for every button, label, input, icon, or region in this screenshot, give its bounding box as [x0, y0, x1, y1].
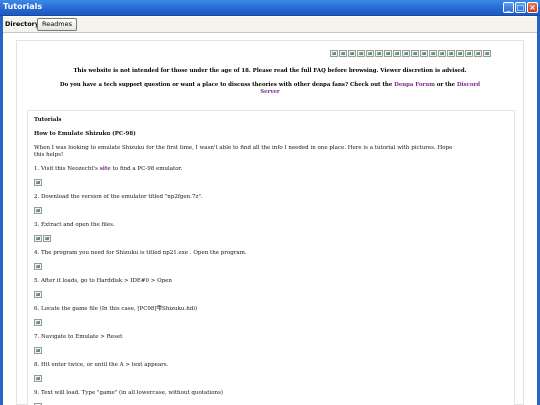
banner-image-icon[interactable]: [357, 50, 365, 57]
server-line: Server: [17, 89, 523, 95]
broken-image-icon: [34, 375, 42, 382]
maximize-icon[interactable]: □: [515, 2, 526, 13]
step-3: 3. Extract and open the files.: [34, 222, 115, 228]
step-5: 5. After it loads, go to Harddisk > IDE#…: [34, 278, 172, 284]
intro-text-cont: this helps!: [34, 152, 64, 158]
broken-image-icon: [34, 291, 42, 298]
banner-image-icon[interactable]: [375, 50, 383, 57]
step-1-text: 1. Visit this Neozecht's: [34, 166, 100, 172]
step-6: 6. Locate the game file (In this case, […: [34, 306, 198, 312]
banner-image-icon[interactable]: [438, 50, 446, 57]
step-9: 9. Text will load. Type "game" (in all l…: [34, 390, 224, 396]
banner-strip: [330, 50, 491, 57]
broken-image-icon: [34, 235, 42, 242]
section-title: Tutorials: [34, 117, 62, 123]
banner-image-icon[interactable]: [465, 50, 473, 57]
support-text: Do you have a tech support question or w…: [59, 82, 395, 88]
support-or: or the: [434, 82, 457, 88]
banner-image-icon[interactable]: [483, 50, 491, 57]
header-notices: This website is not intended for those u…: [17, 41, 523, 103]
minimize-icon[interactable]: _: [503, 2, 514, 13]
banner-image-icon[interactable]: [474, 50, 482, 57]
banner-image-icon[interactable]: [339, 50, 347, 57]
step-2: 2. Download the version of the emulator …: [34, 194, 203, 200]
banner-image-icon[interactable]: [429, 50, 437, 57]
support-notice: Do you have a tech support question or w…: [17, 82, 523, 88]
toolbar: Directory Readmes: [3, 17, 537, 33]
server-link[interactable]: Server: [260, 89, 280, 95]
broken-image-icon: [34, 179, 42, 186]
banner-image-icon[interactable]: [420, 50, 428, 57]
banner-image-icon[interactable]: [393, 50, 401, 57]
directory-tab[interactable]: Directory: [5, 20, 39, 28]
window-title: Tutorials: [3, 2, 43, 11]
step-1: 1. Visit this Neozecht's site to find a …: [34, 166, 182, 173]
broken-image-icon: [34, 319, 42, 326]
readmes-button[interactable]: Readmes: [37, 18, 77, 31]
close-icon[interactable]: ×: [527, 2, 538, 13]
banner-image-icon[interactable]: [348, 50, 356, 57]
discord-link[interactable]: Discord: [457, 82, 480, 88]
broken-image-icon: [34, 347, 42, 354]
banner-image-icon[interactable]: [411, 50, 419, 57]
banner-image-icon[interactable]: [384, 50, 392, 57]
step-7: 7. Navigate to Emulate > Reset: [34, 334, 123, 340]
tutorial-article: Tutorials How to Emulate Shizuku (PC-98)…: [27, 110, 515, 405]
window-controls: _ □ ×: [503, 2, 538, 13]
step-4: 4. The program you need for Shizuku is t…: [34, 250, 247, 256]
age-warning: This website is not intended for those u…: [73, 68, 467, 74]
tutorial-heading: How to Emulate Shizuku (PC-98): [34, 131, 136, 137]
content-panel: This website is not intended for those u…: [16, 40, 524, 405]
intro-text: When I was looking to emulate Shizuku fo…: [34, 145, 453, 151]
banner-image-icon[interactable]: [456, 50, 464, 57]
banner-image-icon[interactable]: [402, 50, 410, 57]
banner-image-icon[interactable]: [330, 50, 338, 57]
broken-image-icon: [34, 263, 42, 270]
window-titlebar: Tutorials _ □ ×: [0, 0, 540, 16]
denpa-forum-link[interactable]: Denpa Forum: [394, 82, 435, 88]
step-8: 8. Hit enter twice, or until the A > tex…: [34, 362, 169, 368]
banner-image-icon[interactable]: [447, 50, 455, 57]
step-1-text-end: to find a PC-98 emulator.: [110, 166, 183, 172]
banner-image-icon[interactable]: [366, 50, 374, 57]
broken-image-icon: [34, 207, 42, 214]
broken-image-icon: [43, 235, 51, 242]
site-link[interactable]: site: [100, 166, 111, 172]
